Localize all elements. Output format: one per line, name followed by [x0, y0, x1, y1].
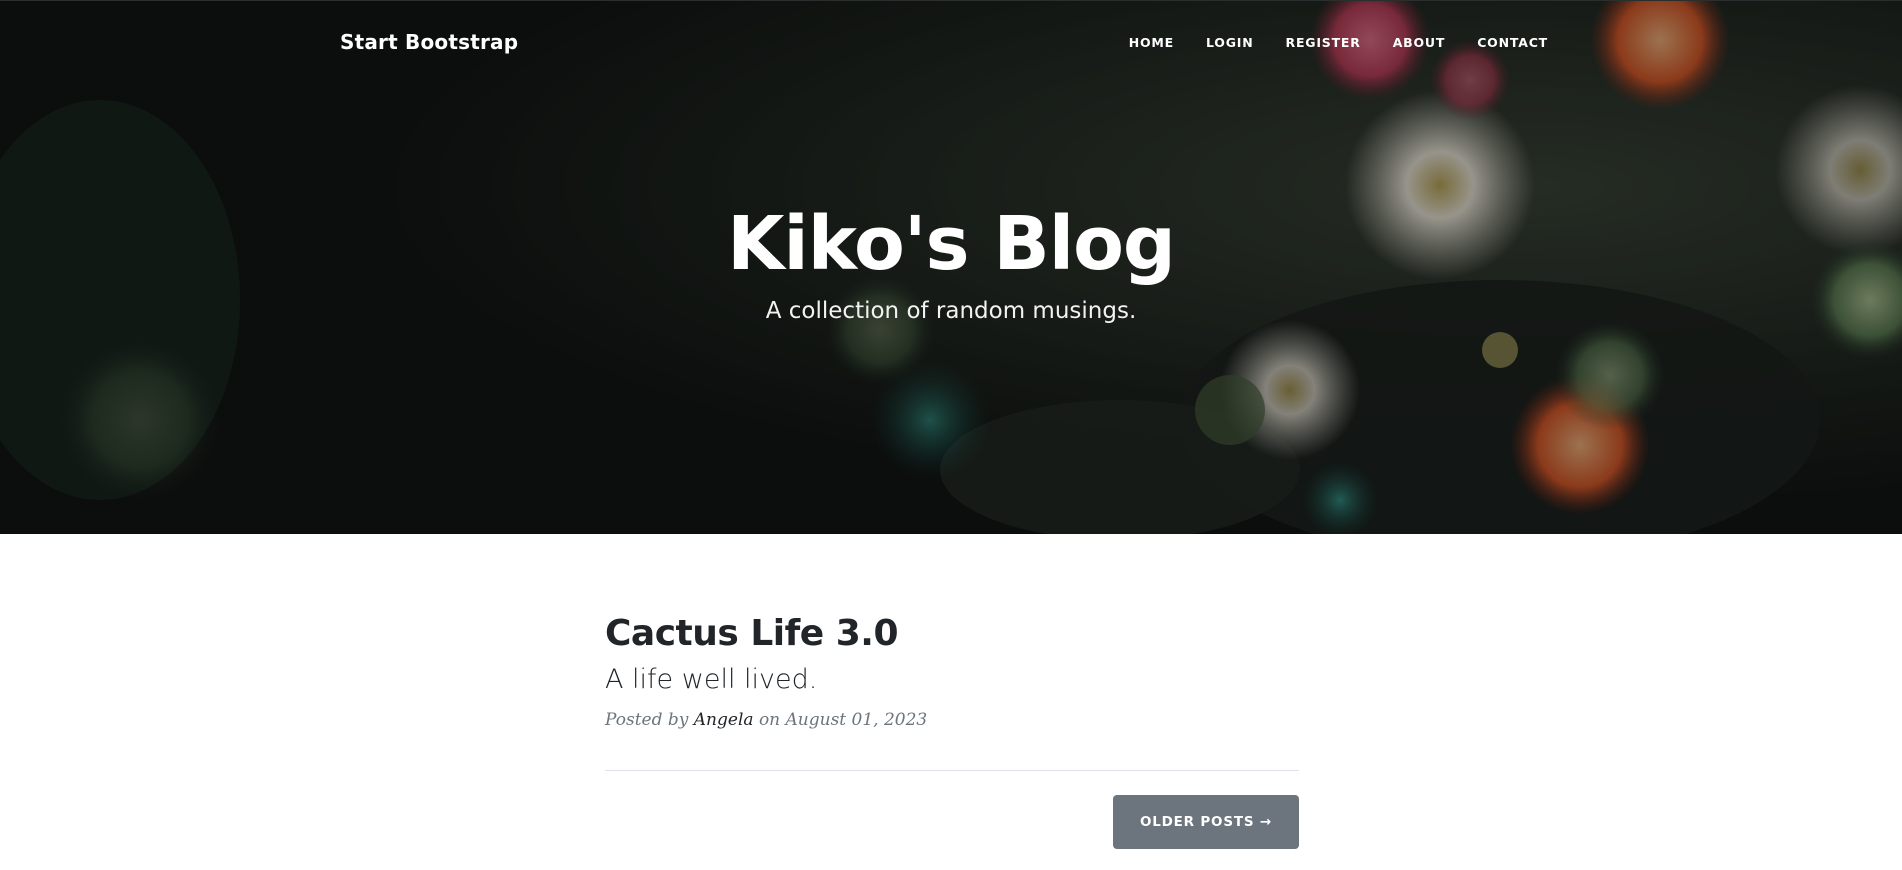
nav-item-register: REGISTER	[1270, 36, 1377, 50]
nav-link-about[interactable]: ABOUT	[1377, 36, 1462, 50]
nav-item-home: HOME	[1113, 36, 1190, 50]
post-link[interactable]: Cactus Life 3.0 A life well lived.	[605, 612, 1299, 698]
brand-link[interactable]: Start Bootstrap	[340, 30, 518, 54]
post-preview: Cactus Life 3.0 A life well lived. Poste…	[605, 534, 1299, 732]
post-subtitle[interactable]: A life well lived.	[605, 662, 1299, 698]
nav-link-home[interactable]: HOME	[1113, 36, 1190, 50]
older-posts-button[interactable]: OLDER POSTS →	[1112, 795, 1299, 849]
post-meta-prefix: Posted by	[605, 710, 689, 730]
nav-item-login: LOGIN	[1190, 36, 1270, 50]
nav-link-contact[interactable]: CONTACT	[1461, 36, 1548, 50]
post-divider	[605, 770, 1299, 771]
post-meta: Posted by Angela on August 01, 2023	[605, 708, 1299, 732]
blog-subtitle: A collection of random musings.	[765, 298, 1137, 324]
main-content: Cactus Life 3.0 A life well lived. Poste…	[605, 534, 1299, 849]
nav-link-login[interactable]: LOGIN	[1190, 36, 1270, 50]
masthead: Start Bootstrap HOME LOGIN REGISTER ABOU…	[0, 0, 1902, 534]
blog-title: Kiko's Blog	[727, 201, 1176, 287]
site-heading: Kiko's Blog A collection of random musin…	[0, 196, 1902, 326]
nav-item-about: ABOUT	[1377, 36, 1462, 50]
nav-menu: HOME LOGIN REGISTER ABOUT CONTACT	[1113, 36, 1548, 50]
main-navbar: Start Bootstrap HOME LOGIN REGISTER ABOU…	[0, 0, 1902, 88]
post-date: August 01, 2023	[785, 710, 928, 730]
post-title[interactable]: Cactus Life 3.0	[605, 612, 1299, 656]
nav-link-register[interactable]: REGISTER	[1270, 36, 1377, 50]
nav-item-contact: CONTACT	[1461, 36, 1548, 50]
post-meta-on: on	[758, 710, 781, 730]
post-author-link[interactable]: Angela	[694, 710, 754, 730]
pager: OLDER POSTS →	[605, 795, 1299, 849]
